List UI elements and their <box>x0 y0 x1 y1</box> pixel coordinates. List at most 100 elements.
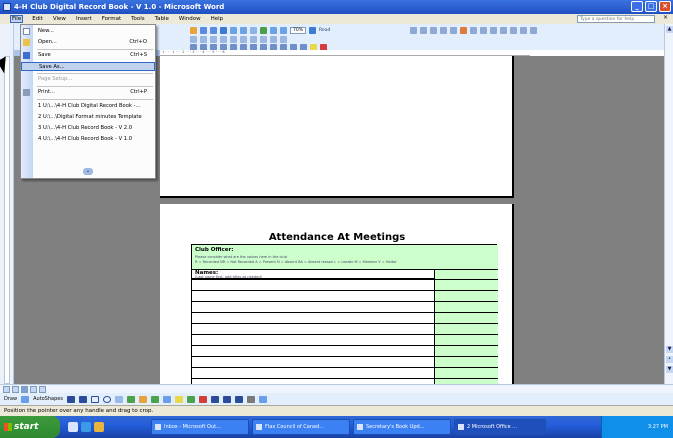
tables-icon[interactable] <box>230 27 237 34</box>
file-menu-save[interactable]: Save Ctrl+S <box>21 51 155 60</box>
oval-icon[interactable] <box>102 395 111 403</box>
draw-menu-button[interactable]: Draw <box>4 396 17 402</box>
insert-picture-icon[interactable] <box>410 27 417 34</box>
previous-page-icon[interactable]: • <box>666 356 673 363</box>
scroll-up-icon[interactable]: ▲ <box>666 26 673 33</box>
fill-color-icon[interactable] <box>174 395 183 403</box>
arrow-style-icon[interactable] <box>234 395 243 403</box>
file-menu-save-as[interactable]: Save As... <box>21 62 155 71</box>
dash-style-icon[interactable] <box>222 395 231 403</box>
menu-help[interactable]: Help <box>210 16 225 22</box>
outline-view-icon[interactable] <box>30 386 37 393</box>
file-menu-open[interactable]: Open... Ctrl+O <box>21 38 155 47</box>
document-page-1[interactable] <box>160 56 514 198</box>
show-desktop-icon[interactable] <box>68 422 78 432</box>
print-layout-view-icon[interactable] <box>21 386 28 393</box>
diagram-icon[interactable] <box>138 395 147 403</box>
less-contrast-icon[interactable] <box>440 27 447 34</box>
picture-icon[interactable] <box>162 395 171 403</box>
internet-explorer-icon[interactable] <box>81 422 91 432</box>
clock[interactable]: 3:27 PM <box>648 424 668 430</box>
names-header[interactable]: Names: (Last name first, add titles as n… <box>192 270 434 279</box>
arrow-icon[interactable] <box>78 395 87 403</box>
rotate-icon[interactable] <box>470 27 477 34</box>
table-row[interactable] <box>192 356 498 357</box>
ask-question-input[interactable]: Type a question for help <box>577 15 655 23</box>
document-page-2[interactable]: Attendance At Meetings Club Officer: Ple… <box>160 204 514 384</box>
normal-view-icon[interactable] <box>3 386 10 393</box>
expand-icon[interactable] <box>250 36 257 43</box>
shadow-style-icon[interactable] <box>246 395 255 403</box>
line-icon[interactable] <box>66 395 75 403</box>
columns-icon[interactable] <box>250 27 257 34</box>
promote-icon[interactable] <box>210 36 217 43</box>
style-icon[interactable] <box>190 36 197 43</box>
club-officer-section[interactable]: Club Officer: Please consider what are t… <box>192 245 498 270</box>
web-layout-view-icon[interactable] <box>12 386 19 393</box>
line-color-icon[interactable] <box>186 395 195 403</box>
table-row[interactable] <box>192 323 498 324</box>
close-button[interactable]: × <box>659 1 671 12</box>
recent-file-4[interactable]: 4 U:\...\4-H Club Record Book - V 1.0 <box>21 135 155 144</box>
format-painter-icon[interactable] <box>190 27 197 34</box>
reading-layout-view-icon[interactable] <box>39 386 46 393</box>
select-objects-icon[interactable] <box>21 395 30 403</box>
table-row[interactable] <box>192 301 498 302</box>
compress-icon[interactable] <box>490 27 497 34</box>
hyperlink-icon[interactable] <box>220 27 227 34</box>
menu-window[interactable]: Window <box>178 16 202 22</box>
show-hide-icon[interactable] <box>280 27 287 34</box>
zoom-select[interactable]: 70% <box>290 27 306 34</box>
clipart-icon[interactable] <box>150 395 159 403</box>
sum-icon[interactable] <box>280 36 287 43</box>
draw-font-color-icon[interactable] <box>198 395 207 403</box>
table-row[interactable] <box>192 279 498 280</box>
text-wrapping-icon[interactable] <box>500 27 507 34</box>
maximize-button[interactable]: □ <box>645 1 657 12</box>
format-picture-icon[interactable] <box>510 27 517 34</box>
table-row[interactable] <box>192 312 498 313</box>
textbox-icon[interactable] <box>114 395 123 403</box>
help-icon[interactable] <box>309 27 316 34</box>
window-titlebar[interactable]: 4-H Club Digital Record Book - V 1.0 - M… <box>0 0 673 14</box>
recent-file-3[interactable]: 3 U:\...\4-H Club Record Book - V 2.0 <box>21 124 155 133</box>
taskbar-button-flax[interactable]: Flax Council of Canad... <box>252 419 350 435</box>
line-style-draw-icon[interactable] <box>210 395 219 403</box>
outline-icon[interactable] <box>200 36 207 43</box>
table-row[interactable] <box>192 334 498 335</box>
taskbar-button-inbox[interactable]: Inbox - Microsoft Out... <box>151 419 249 435</box>
color-icon[interactable] <box>420 27 427 34</box>
menu-table[interactable]: Table <box>154 16 170 22</box>
demote-icon[interactable] <box>220 36 227 43</box>
vertical-scrollbar[interactable]: ▲ ▼ • ▼ <box>664 24 673 384</box>
recent-file-2[interactable]: 2 U:\...\Digital Format minutes Template <box>21 113 155 122</box>
recent-file-1[interactable]: 1 U:\...\4-H Club Digital Record Book -.… <box>21 102 155 111</box>
rectangle-icon[interactable] <box>90 395 99 403</box>
start-button[interactable]: start <box>0 416 60 438</box>
horizontal-scrollbar[interactable] <box>0 384 673 393</box>
taskbar-button-office[interactable]: 2 Microsoft Office ... <box>454 419 546 435</box>
autoshapes-button[interactable]: AutoShapes <box>33 396 63 402</box>
outlook-icon[interactable] <box>94 422 104 432</box>
file-menu-page-setup[interactable]: Page Setup... <box>21 75 155 84</box>
insert-table-icon[interactable] <box>240 27 247 34</box>
read-button[interactable]: Read <box>319 28 330 33</box>
file-menu-new[interactable]: New... <box>21 27 155 36</box>
more-contrast-icon[interactable] <box>430 27 437 34</box>
taskbar-button-secretary[interactable]: Secretary's Book Upd... <box>353 419 451 435</box>
file-menu-print[interactable]: Print... Ctrl+P <box>21 88 155 97</box>
menu-file[interactable]: File <box>10 15 24 23</box>
crop-icon[interactable] <box>460 27 467 34</box>
collapse-icon[interactable] <box>260 36 267 43</box>
table-row[interactable] <box>192 378 498 379</box>
set-transparent-icon[interactable] <box>520 27 527 34</box>
drawing-icon[interactable] <box>260 27 267 34</box>
redo-icon[interactable] <box>210 27 217 34</box>
minimize-button[interactable]: _ <box>631 1 643 12</box>
table-row[interactable] <box>192 367 498 368</box>
sort-icon[interactable] <box>270 36 277 43</box>
menu-insert[interactable]: Insert <box>75 16 93 22</box>
move-up-icon[interactable] <box>230 36 237 43</box>
menu-edit[interactable]: Edit <box>31 16 44 22</box>
close-document-icon[interactable]: × <box>663 14 668 21</box>
